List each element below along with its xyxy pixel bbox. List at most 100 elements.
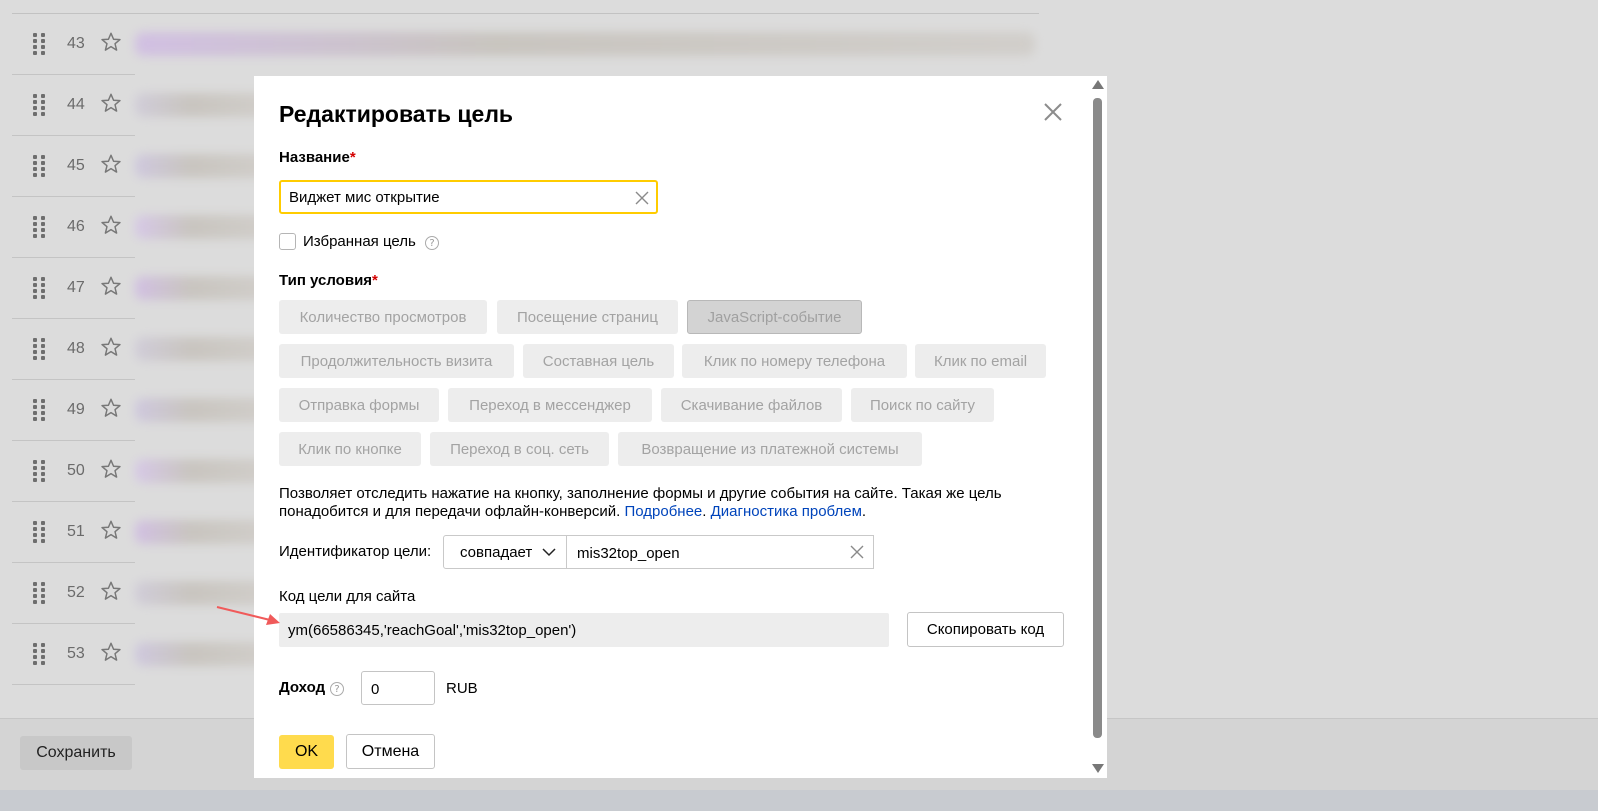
condition-type-chip[interactable]: Клик по email bbox=[915, 344, 1046, 378]
scroll-down-arrow-icon[interactable] bbox=[1092, 764, 1104, 773]
row-number: 49 bbox=[67, 401, 85, 418]
condition-type-chip[interactable]: Отправка формы bbox=[279, 388, 439, 422]
condition-type-chip[interactable]: Посещение страниц bbox=[497, 300, 678, 334]
site-code-snippet[interactable]: ym(66586345,'reachGoal','mis32top_open') bbox=[279, 613, 889, 647]
goal-name-field[interactable] bbox=[279, 180, 658, 214]
star-icon[interactable] bbox=[100, 336, 122, 358]
site-code-label: Код цели для сайта bbox=[279, 588, 416, 605]
row-number: 48 bbox=[67, 340, 85, 357]
description-separator: . bbox=[702, 503, 711, 520]
table-row[interactable]: 53 bbox=[12, 624, 135, 685]
diagnostics-link[interactable]: Диагностика проблем bbox=[711, 503, 862, 520]
blurred-row-content bbox=[135, 32, 1035, 56]
row-number: 46 bbox=[67, 218, 85, 235]
condition-type-chip[interactable]: Клик по номеру телефона bbox=[682, 344, 907, 378]
condition-type-chip[interactable]: Продолжительность визита bbox=[279, 344, 514, 378]
star-icon[interactable] bbox=[100, 153, 122, 175]
more-link[interactable]: Подробнее bbox=[624, 503, 702, 520]
condition-type-chip[interactable]: JavaScript-событие bbox=[687, 300, 862, 334]
name-label-text: Название bbox=[279, 149, 350, 166]
required-mark: * bbox=[372, 272, 378, 289]
name-label: Название* bbox=[279, 149, 356, 166]
drag-handle-icon[interactable] bbox=[33, 643, 47, 665]
table-row[interactable]: 51 bbox=[12, 502, 135, 563]
close-icon[interactable] bbox=[1041, 100, 1065, 124]
identifier-label: Идентификатор цели: bbox=[279, 543, 432, 560]
revenue-label: Доход bbox=[279, 679, 326, 696]
currency-label: RUB bbox=[446, 680, 478, 697]
table-row[interactable]: 49 bbox=[12, 380, 135, 441]
condition-type-chip[interactable]: Скачивание файлов bbox=[661, 388, 842, 422]
condition-type-chip[interactable]: Количество просмотров bbox=[279, 300, 487, 334]
clear-icon[interactable] bbox=[635, 191, 649, 205]
drag-handle-icon[interactable] bbox=[33, 460, 47, 482]
identifier-input[interactable] bbox=[577, 543, 837, 563]
annotation-arrow-icon bbox=[216, 606, 280, 625]
revenue-input[interactable] bbox=[371, 679, 426, 699]
star-icon[interactable] bbox=[100, 31, 122, 53]
condition-type-label: Тип условия* bbox=[279, 272, 378, 289]
row-number: 43 bbox=[67, 35, 85, 52]
revenue-field[interactable] bbox=[361, 671, 435, 705]
condition-description: Позволяет отследить нажатие на кнопку, з… bbox=[279, 485, 1069, 521]
star-icon[interactable] bbox=[100, 92, 122, 114]
condition-type-chip[interactable]: Поиск по сайту bbox=[851, 388, 994, 422]
condition-type-chip[interactable]: Переход в соц. сеть bbox=[430, 432, 609, 466]
list-top-divider bbox=[12, 13, 1039, 14]
ok-button[interactable]: OK bbox=[279, 735, 334, 769]
drag-handle-icon[interactable] bbox=[33, 155, 47, 177]
drag-handle-icon[interactable] bbox=[33, 399, 47, 421]
chevron-down-icon bbox=[542, 548, 556, 557]
condition-type-chip[interactable]: Возвращение из платежной системы bbox=[618, 432, 922, 466]
match-type-value: совпадает bbox=[460, 543, 533, 561]
condition-type-chip[interactable]: Составная цель bbox=[523, 344, 674, 378]
required-mark: * bbox=[349, 149, 356, 166]
goal-name-input[interactable] bbox=[289, 187, 619, 207]
star-icon[interactable] bbox=[100, 519, 122, 541]
table-row[interactable]: 47 bbox=[12, 258, 135, 319]
clear-icon[interactable] bbox=[850, 545, 864, 559]
star-icon[interactable] bbox=[100, 641, 122, 663]
table-row[interactable]: 43 bbox=[12, 14, 135, 75]
drag-handle-icon[interactable] bbox=[33, 582, 47, 604]
row-number: 44 bbox=[67, 96, 85, 113]
favorite-label: Избранная цель bbox=[303, 233, 416, 250]
row-number: 53 bbox=[67, 645, 85, 662]
drag-handle-icon[interactable] bbox=[33, 33, 47, 55]
star-icon[interactable] bbox=[100, 397, 122, 419]
description-end: . bbox=[861, 503, 867, 520]
match-type-select[interactable]: совпадает bbox=[443, 535, 567, 569]
favorite-checkbox[interactable] bbox=[279, 233, 296, 250]
drag-handle-icon[interactable] bbox=[33, 94, 47, 116]
save-button[interactable]: Сохранить bbox=[20, 736, 132, 770]
condition-type-label-text: Тип условия bbox=[279, 272, 373, 289]
table-row[interactable]: 46 bbox=[12, 197, 135, 258]
help-icon[interactable]: ? bbox=[425, 236, 439, 250]
star-icon[interactable] bbox=[100, 458, 122, 480]
row-number: 47 bbox=[67, 279, 85, 296]
star-icon[interactable] bbox=[100, 580, 122, 602]
drag-handle-icon[interactable] bbox=[33, 216, 47, 238]
table-row[interactable]: 50 bbox=[12, 441, 135, 502]
table-row[interactable]: 45 bbox=[12, 136, 135, 197]
condition-type-chip[interactable]: Переход в мессенджер bbox=[448, 388, 652, 422]
scroll-thumb[interactable] bbox=[1093, 98, 1102, 738]
scroll-up-arrow-icon[interactable] bbox=[1092, 80, 1104, 89]
row-number: 52 bbox=[67, 584, 85, 601]
page-bottom-strip bbox=[0, 790, 1598, 811]
drag-handle-icon[interactable] bbox=[33, 277, 47, 299]
row-number: 45 bbox=[67, 157, 85, 174]
help-icon[interactable]: ? bbox=[330, 682, 344, 696]
star-icon[interactable] bbox=[100, 275, 122, 297]
copy-code-button[interactable]: Скопировать код bbox=[907, 612, 1064, 647]
cancel-button[interactable]: Отмена bbox=[346, 734, 435, 769]
drag-handle-icon[interactable] bbox=[33, 521, 47, 543]
table-row[interactable]: 52 bbox=[12, 563, 135, 624]
table-row[interactable]: 48 bbox=[12, 319, 135, 380]
identifier-field[interactable] bbox=[567, 535, 874, 569]
star-icon[interactable] bbox=[100, 214, 122, 236]
dialog-scrollbar[interactable] bbox=[1090, 80, 1104, 775]
condition-type-chip[interactable]: Клик по кнопке bbox=[279, 432, 421, 466]
drag-handle-icon[interactable] bbox=[33, 338, 47, 360]
table-row[interactable]: 44 bbox=[12, 75, 135, 136]
